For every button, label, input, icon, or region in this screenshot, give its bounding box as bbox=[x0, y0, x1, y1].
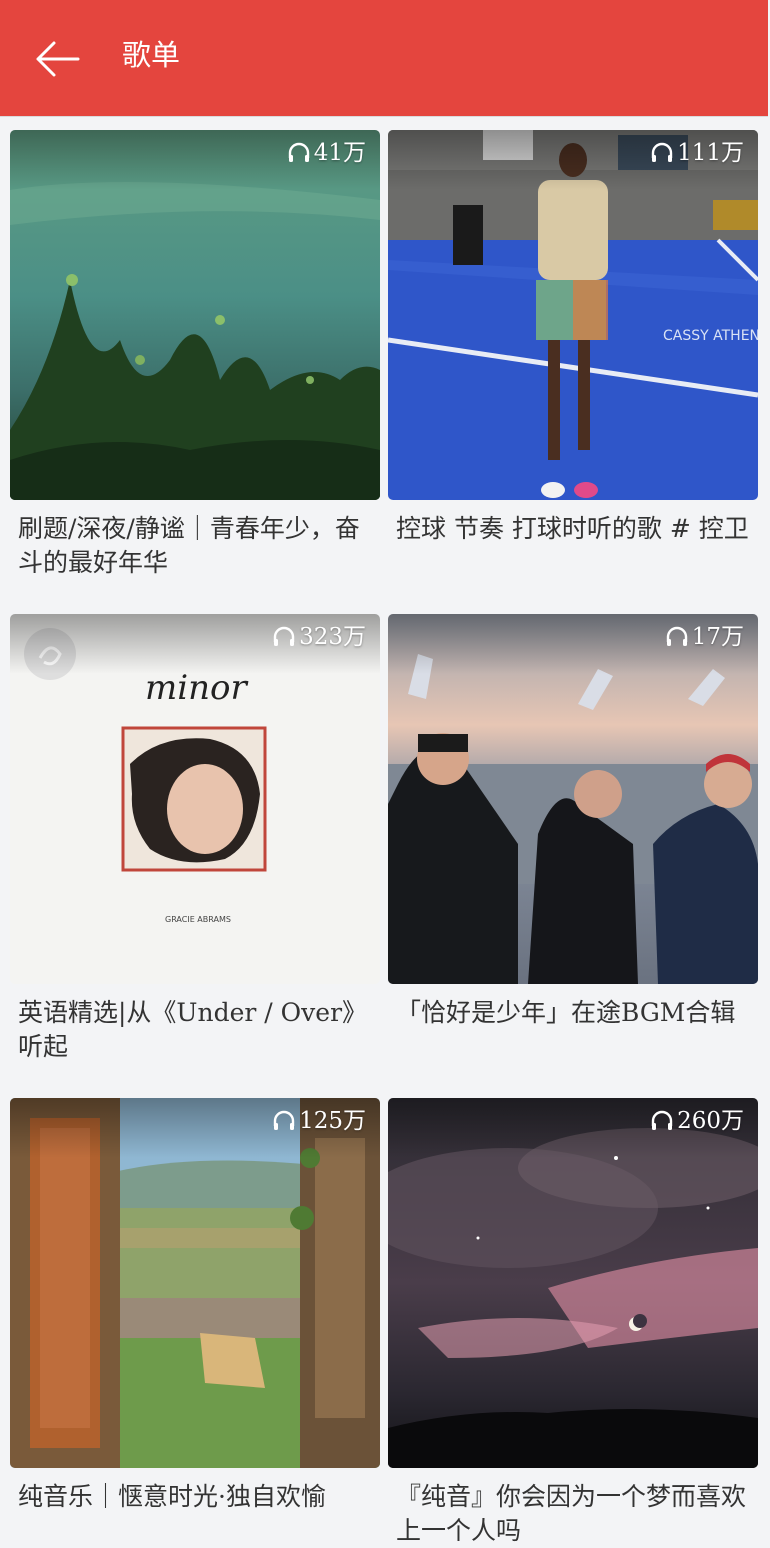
cover-text: minor bbox=[145, 668, 248, 708]
playlist-cover: 125万 bbox=[10, 1098, 380, 1468]
playlist-name: 控球 节奏 打球时听的歌 # 控卫 bbox=[396, 514, 749, 543]
playlist-name: 『纯音』你会因为一个梦而喜欢上一个人吗 bbox=[396, 1482, 747, 1545]
play-count-text: 323万 bbox=[299, 624, 366, 650]
cover-small-text: GRACIE ABRAMS bbox=[165, 915, 231, 924]
play-count-text: 41万 bbox=[313, 140, 366, 166]
play-count: 323万 bbox=[272, 622, 366, 652]
playlist-cover: 41万 bbox=[10, 130, 380, 500]
back-button[interactable] bbox=[30, 34, 84, 84]
headphones-icon bbox=[273, 1110, 295, 1130]
headphones-icon bbox=[666, 626, 687, 646]
headphones-icon bbox=[651, 1110, 673, 1130]
page-title: 歌单 bbox=[122, 38, 181, 72]
playlist-cover: 17万 bbox=[388, 614, 758, 984]
arrow-left-icon bbox=[36, 41, 80, 77]
playlist-name: 英语精选|从《Under / Over》听起 bbox=[18, 998, 368, 1061]
play-count-text: 111万 bbox=[677, 140, 744, 166]
playlist-name: 刷题/深夜/静谧｜青春年少，奋斗的最好年华 bbox=[18, 514, 360, 577]
play-count: 111万 bbox=[650, 138, 744, 168]
play-count: 41万 bbox=[287, 138, 366, 168]
headphones-icon bbox=[288, 142, 309, 162]
playlist-cover: CASSY ATHENA 111万 bbox=[388, 130, 758, 500]
play-count: 260万 bbox=[650, 1106, 744, 1136]
playlist-cover: minor GRACIE ABRAMS 323万 bbox=[10, 614, 380, 984]
headphones-icon bbox=[651, 142, 673, 162]
playlist-cover: 260万 bbox=[388, 1098, 758, 1468]
play-count-text: 260万 bbox=[677, 1108, 744, 1134]
play-count-text: 17万 bbox=[691, 624, 744, 650]
playlist-name: 纯音乐｜惬意时光·独自欢愉 bbox=[18, 1482, 326, 1511]
playlist-name: 「恰好是少年」在途BGM合辑 bbox=[396, 998, 736, 1027]
cover-text: CASSY ATHENA bbox=[663, 328, 758, 344]
play-count: 125万 bbox=[272, 1106, 366, 1136]
top-app-bar: 歌单 bbox=[0, 0, 768, 117]
headphones-icon bbox=[273, 626, 295, 646]
play-count: 17万 bbox=[665, 622, 744, 652]
play-count-text: 125万 bbox=[299, 1108, 366, 1134]
